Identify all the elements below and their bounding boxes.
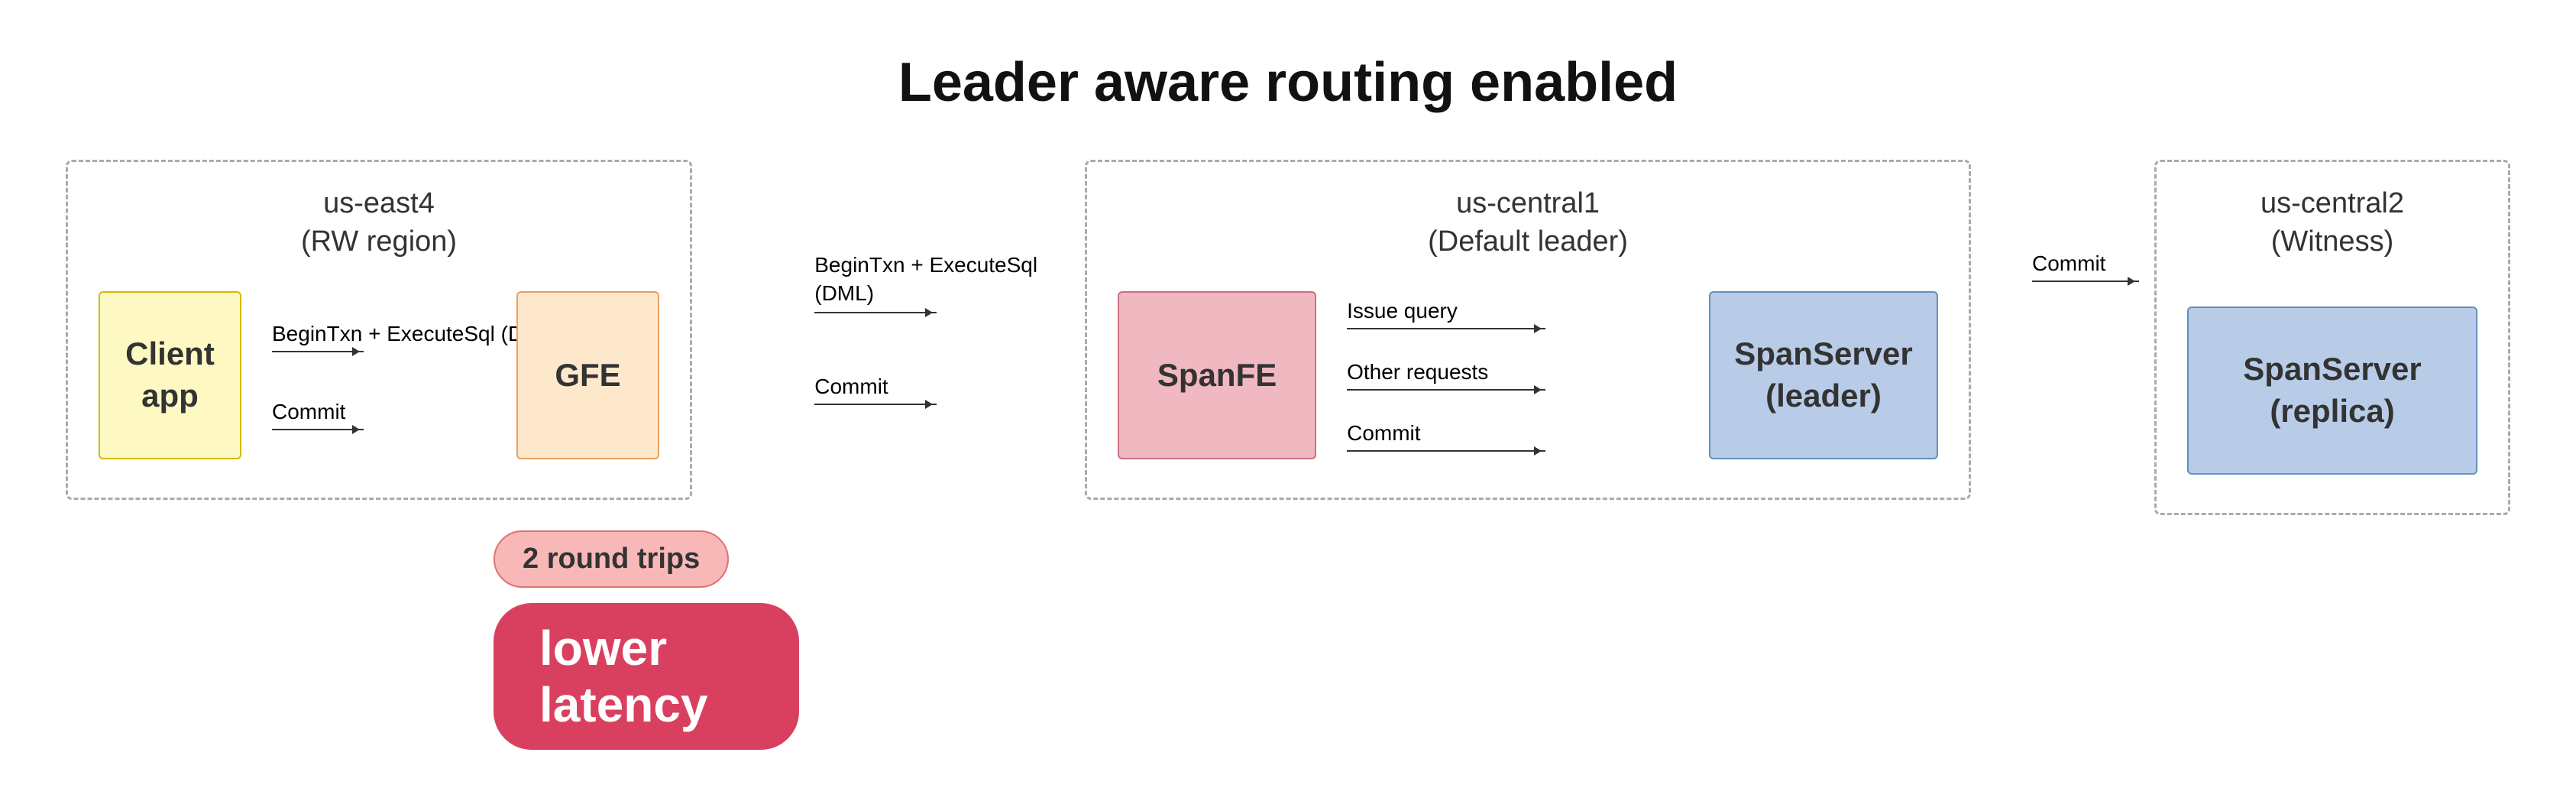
inter-region-arrows-central-central2: Commit [2017, 160, 2154, 282]
arrow-spanfe-spanserver-mid: Other requests [1347, 360, 1678, 391]
box-spanfe: SpanFE [1118, 291, 1316, 459]
arrow-client-gfe-bottom: Commit [272, 398, 364, 430]
region-central-label: us-central1 (Default leader) [1118, 185, 1938, 261]
region-central: us-central1 (Default leader) SpanFE Issu… [1085, 160, 1971, 500]
region-east-label: us-east4 (RW region) [99, 185, 659, 261]
badge-latency: lower latency [494, 603, 799, 750]
region-central2: us-central2 (Witness) SpanServer (replic… [2154, 160, 2510, 515]
region-central2-label: us-central2 (Witness) [2187, 185, 2477, 261]
box-client: Client app [99, 291, 241, 459]
page-title: Leader aware routing enabled [66, 51, 2510, 114]
arrow-spanfe-spanserver-top: Issue query [1347, 299, 1678, 329]
box-gfe: GFE [516, 291, 659, 459]
badge-round-trips: 2 round trips [494, 530, 729, 588]
bottom-section: 2 round trips lower latency [494, 530, 799, 750]
diagram-container: Leader aware routing enabled us-east4 (R… [66, 51, 2510, 750]
region-east: us-east4 (RW region) Client app BeginTxn… [66, 160, 692, 500]
arrow-spanfe-spanserver-bottom: Commit [1347, 421, 1678, 452]
box-spanserver-leader: SpanServer (leader) [1709, 291, 1938, 459]
inter-region-arrows-east-central: BeginTxn + ExecuteSql (DML) Commit [799, 160, 1085, 405]
box-spanserver-replica: SpanServer (replica) [2187, 306, 2477, 475]
